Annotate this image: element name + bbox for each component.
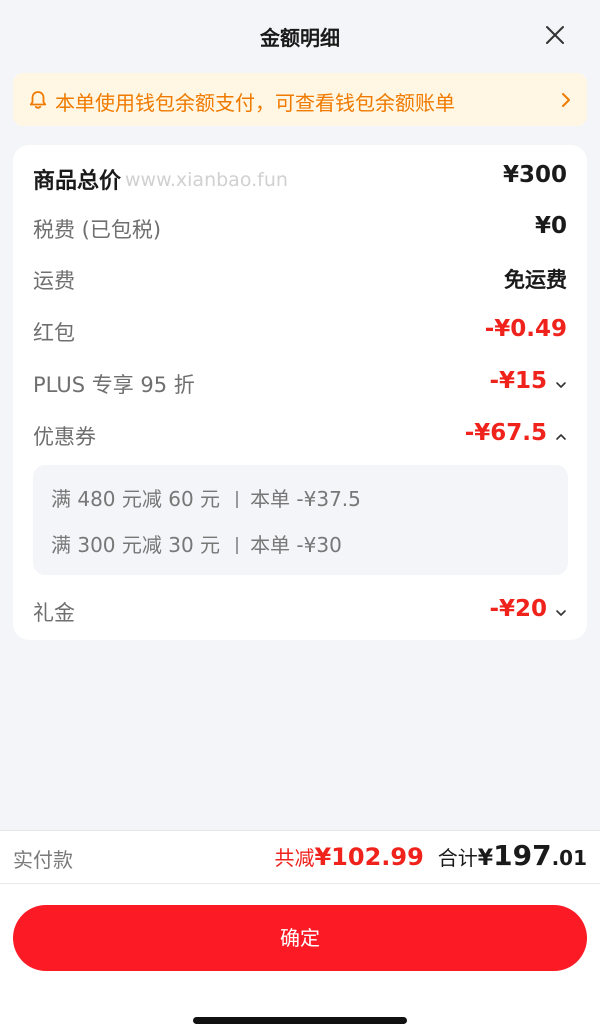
close-icon (546, 26, 564, 44)
tax-label: 税费 (已包税) (33, 218, 162, 242)
chevron-down-icon[interactable] (555, 380, 567, 390)
actual-payment-label: 实付款 (13, 848, 73, 872)
plus-discount-label: PLUS 专享 95 折 (33, 373, 195, 397)
total-amount-decimal: .01 (551, 846, 587, 870)
plus-discount-row[interactable]: PLUS 专享 95 折 -¥15 (13, 363, 587, 403)
coupon-condition: 满 300 元减 30 元 (51, 533, 221, 557)
confirm-button[interactable]: 确定 (13, 905, 587, 971)
coupon-value: -¥67.5 (464, 420, 547, 446)
amount-detail-sheet: 金额明细 本单使用钱包余额支付，可查看钱包余额账单 商品总价 www.xianb… (0, 0, 600, 1035)
chevron-down-icon[interactable] (555, 608, 567, 618)
coupon-item: 满 480 元减 60 元 本单 -¥37.5 (51, 483, 361, 513)
coupon-divider (236, 537, 239, 554)
sheet-title: 金额明细 (260, 26, 340, 50)
watermark: www.xianbao.fun (125, 169, 288, 191)
red-packet-label: 红包 (33, 321, 75, 345)
total-saved-prefix: 共减 (274, 846, 315, 870)
tax-row: 税费 (已包税) ¥0 (13, 208, 587, 248)
chevron-up-icon[interactable] (555, 432, 567, 442)
gift-money-label: 礼金 (33, 601, 75, 625)
actual-payment-row: 实付款 共减¥102.99 合计¥197.01 (0, 831, 600, 884)
goods-total-label: 商品总价 (33, 169, 122, 194)
coupon-condition: 满 480 元减 60 元 (51, 487, 221, 511)
total-currency: ¥ (477, 846, 494, 871)
coupon-amount: 本单 -¥37.5 (250, 487, 361, 511)
coupon-row[interactable]: 优惠券 -¥67.5 (13, 415, 587, 455)
close-button[interactable] (540, 20, 570, 50)
coupon-amount: 本单 -¥30 (250, 533, 342, 557)
total-amount-integer: 197 (493, 839, 552, 872)
coupon-item: 满 300 元减 30 元 本单 -¥30 (51, 529, 342, 559)
gift-money-row[interactable]: 礼金 -¥20 (13, 591, 587, 631)
goods-total-value: ¥300 (502, 162, 567, 188)
coupon-label: 优惠券 (33, 425, 96, 449)
wallet-notice-text: 本单使用钱包余额支付，可查看钱包余额账单 (55, 91, 455, 115)
total-saved-amount: ¥102.99 (314, 843, 424, 871)
gift-money-value: -¥20 (489, 596, 547, 622)
red-packet-value: -¥0.49 (484, 316, 567, 342)
plus-discount-value: -¥15 (489, 368, 547, 394)
price-detail-card: 商品总价 www.xianbao.fun ¥300 税费 (已包税) ¥0 运费… (13, 145, 587, 640)
sheet-header: 金额明细 (0, 0, 600, 70)
coupon-divider (236, 491, 239, 508)
bell-icon (29, 91, 47, 109)
home-indicator (193, 1017, 407, 1024)
goods-total-row: 商品总价 www.xianbao.fun ¥300 (13, 157, 587, 197)
bottom-bar: 实付款 共减¥102.99 合计¥197.01 确定 (0, 830, 600, 1035)
shipping-label: 运费 (33, 269, 75, 293)
red-packet-row: 红包 -¥0.49 (13, 311, 587, 351)
tax-value: ¥0 (534, 213, 567, 239)
shipping-value: 免运费 (504, 268, 567, 292)
total-prefix: 合计 (437, 846, 478, 870)
shipping-row: 运费 免运费 (13, 259, 587, 299)
chevron-right-icon (562, 93, 570, 107)
coupon-detail-list: 满 480 元减 60 元 本单 -¥37.5 满 300 元减 30 元 本单 -… (33, 465, 568, 575)
payment-summary: 共减¥102.99 合计¥197.01 (274, 839, 587, 872)
wallet-notice-banner[interactable]: 本单使用钱包余额支付，可查看钱包余额账单 (13, 73, 587, 126)
